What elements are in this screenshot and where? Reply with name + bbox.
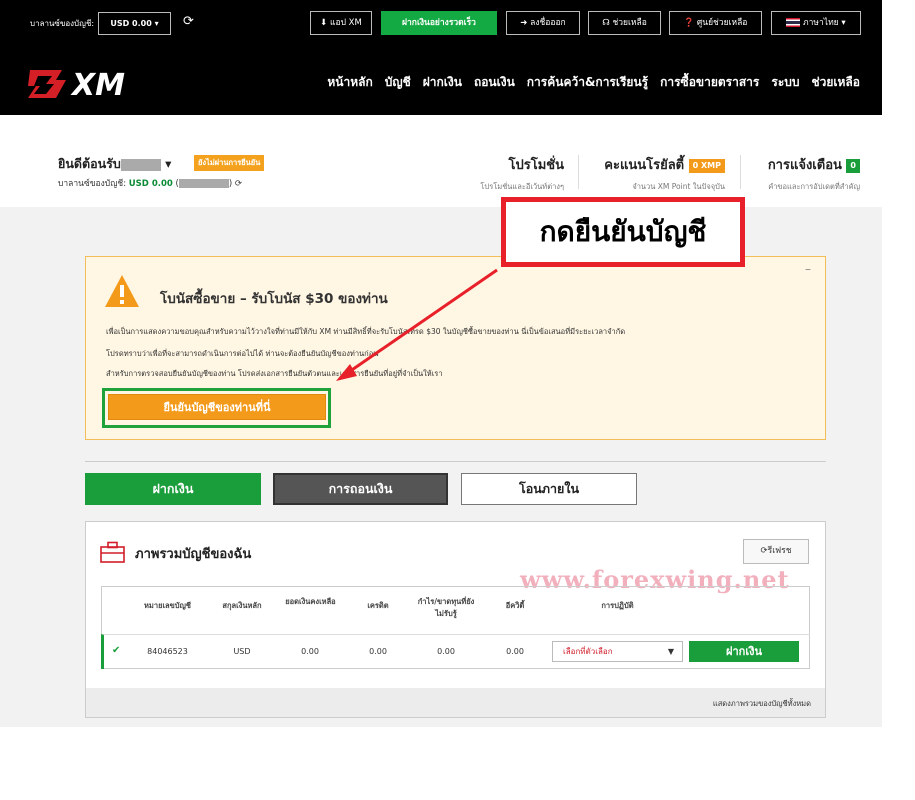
balance-label: บาลานซ์ของบัญชี: bbox=[30, 19, 95, 28]
col-header: ยอดเงินคงเหลือ bbox=[285, 597, 336, 606]
unverified-badge[interactable]: ยังไม่ผ่านการยืนยัน bbox=[194, 155, 265, 171]
account-number: 84046523 bbox=[147, 647, 188, 656]
masked-account bbox=[178, 179, 229, 188]
nav-help[interactable]: ช่วยเหลือ bbox=[812, 73, 861, 92]
accounts-title: ภาพรวมบัญชีของฉัน bbox=[135, 547, 252, 562]
bonus-text-2: โปรดทราบว่าเพื่อที่จะสามารถดำเนินการต่อไ… bbox=[106, 349, 379, 358]
notification-count-badge: 0 bbox=[846, 158, 860, 173]
divider bbox=[578, 155, 579, 189]
verify-account-button[interactable]: ยืนยันบัญชีของท่านที่นี่ bbox=[108, 394, 326, 420]
withdraw-tab[interactable]: การถอนเงิน bbox=[273, 473, 448, 505]
xmp-badge: 0 XMP bbox=[688, 158, 725, 173]
main-navbar: XM หน้าหลัก บัญชี ฝากเงิน ถอนเงิน การค้น… bbox=[0, 52, 882, 115]
row-deposit-button[interactable]: ฝากเงิน bbox=[689, 641, 799, 662]
refresh-button[interactable]: ⟳รีเฟรช bbox=[743, 539, 809, 564]
refresh-icon[interactable]: ⟳ bbox=[235, 179, 242, 189]
nav-home[interactable]: หน้าหลัก bbox=[327, 73, 372, 92]
headset-icon: ☊ bbox=[602, 18, 613, 28]
col-header: หมายเลขบัญชี bbox=[143, 601, 192, 610]
user-dropdown-caret[interactable]: ▾ bbox=[165, 156, 171, 171]
page: บาลานซ์ของบัญชี: USD 0.00 ▾ ⟳ ⬇ แอป XM ฝ… bbox=[0, 0, 915, 800]
bonus-text-3: สำหรับการตรวจสอบยืนยันบัญชีของท่าน โปรดส… bbox=[106, 369, 443, 378]
briefcase-icon bbox=[100, 541, 125, 563]
nav-research[interactable]: การค้นคว้า&การเรียนรู้ bbox=[527, 73, 648, 92]
download-icon: ⬇ bbox=[320, 18, 330, 28]
divider bbox=[85, 461, 826, 462]
col-header: กำไร/ขาดทุนที่ยังไม่รับรู้ bbox=[417, 597, 475, 618]
action-select[interactable]: เลือกที่ตัวเลือก ▼ bbox=[552, 641, 683, 662]
nav-trading[interactable]: การซื้อขายตราสาร bbox=[660, 73, 759, 92]
quick-deposit-button[interactable]: ฝากเงินอย่างรวดเร็ว bbox=[381, 11, 497, 35]
welcome-text: ยินดีต้อนรับ ▾ bbox=[58, 156, 172, 171]
language-dropdown[interactable]: ภาษาไทย ▾ bbox=[771, 11, 861, 35]
bonus-text-1: เพื่อเป็นการแสดงความขอบคุณสำหรับความไว้ว… bbox=[106, 327, 626, 336]
deposit-tab[interactable]: ฝากเงิน bbox=[85, 473, 261, 505]
help-button[interactable]: ☊ ช่วยเหลือ bbox=[588, 11, 661, 35]
account-equity: 0.00 bbox=[506, 647, 524, 656]
col-header: สกุลเงินหลัก bbox=[222, 601, 262, 610]
nav-accounts[interactable]: บัญชี bbox=[385, 73, 411, 92]
help-center-button[interactable]: ❓ ศูนย์ช่วยเหลือ bbox=[669, 11, 762, 35]
nav-deposit[interactable]: ฝากเงิน bbox=[423, 73, 462, 92]
col-header: อีควิตี้ bbox=[505, 601, 525, 610]
top-bar: บาลานซ์ของบัญชี: USD 0.00 ▾ ⟳ ⬇ แอป XM ฝ… bbox=[0, 0, 882, 46]
loyalty-link[interactable]: คะแนนโรยัลตี้ 0 XMP จำนวน XM Point ในปัจ… bbox=[590, 154, 725, 193]
question-icon: ❓ bbox=[683, 18, 697, 28]
collapse-button[interactable]: – bbox=[805, 262, 811, 276]
warning-icon bbox=[105, 275, 139, 307]
account-pnl: 0.00 bbox=[437, 647, 455, 656]
thai-flag-icon bbox=[786, 18, 801, 27]
chevron-down-icon: ▼ bbox=[667, 647, 674, 656]
bonus-title: โบนัสซื้อขาย – รับโบนัส $30 ของท่าน bbox=[160, 291, 388, 307]
callout-text: กดยืนยันบัญชี bbox=[539, 215, 707, 248]
account-credit: 0.00 bbox=[369, 647, 387, 656]
balance-line: บาลานซ์ของบัญชี: USD 0.00 () ⟳ bbox=[58, 179, 242, 189]
show-all-link[interactable]: แสดงภาพรวมของบัญชีทั้งหมด bbox=[713, 698, 811, 710]
xm-logo[interactable]: XM bbox=[28, 66, 138, 102]
promotions-link[interactable]: โปรโมชั่น โปรโมชั่นและอีเว้นท์ต่างๆ bbox=[470, 154, 564, 193]
currency-dropdown[interactable]: USD 0.00 ▾ bbox=[98, 12, 171, 35]
internal-transfer-tab[interactable]: โอนภายใน bbox=[461, 473, 637, 505]
col-header: การปฏิบัติ bbox=[601, 601, 634, 610]
masked-username bbox=[120, 158, 161, 171]
svg-text:XM: XM bbox=[70, 68, 125, 102]
chevron-down-icon[interactable]: ✔ bbox=[112, 645, 120, 656]
nav-platforms[interactable]: ระบบ bbox=[771, 73, 799, 92]
xm-app-button[interactable]: ⬇ แอป XM bbox=[310, 11, 372, 35]
notifications-link[interactable]: การแจ้งเตือน 0 คำขอและการอัปเดตที่สำคัญ bbox=[750, 154, 860, 193]
col-header: เครดิต bbox=[367, 601, 389, 610]
divider bbox=[740, 155, 741, 189]
main-nav: หน้าหลัก บัญชี ฝากเงิน ถอนเงิน การค้นคว้… bbox=[315, 73, 860, 92]
refresh-icon[interactable]: ⟳ bbox=[183, 14, 194, 29]
account-balance: 0.00 bbox=[301, 647, 319, 656]
account-currency: USD bbox=[233, 647, 251, 656]
refresh-icon: ⟳ bbox=[760, 546, 768, 556]
logout-button[interactable]: ➜ ลงชื่อออก bbox=[506, 11, 580, 35]
nav-withdraw[interactable]: ถอนเงิน bbox=[474, 73, 515, 92]
logout-icon: ➜ bbox=[520, 18, 531, 28]
annotation-callout: กดยืนยันบัญชี bbox=[501, 197, 745, 267]
